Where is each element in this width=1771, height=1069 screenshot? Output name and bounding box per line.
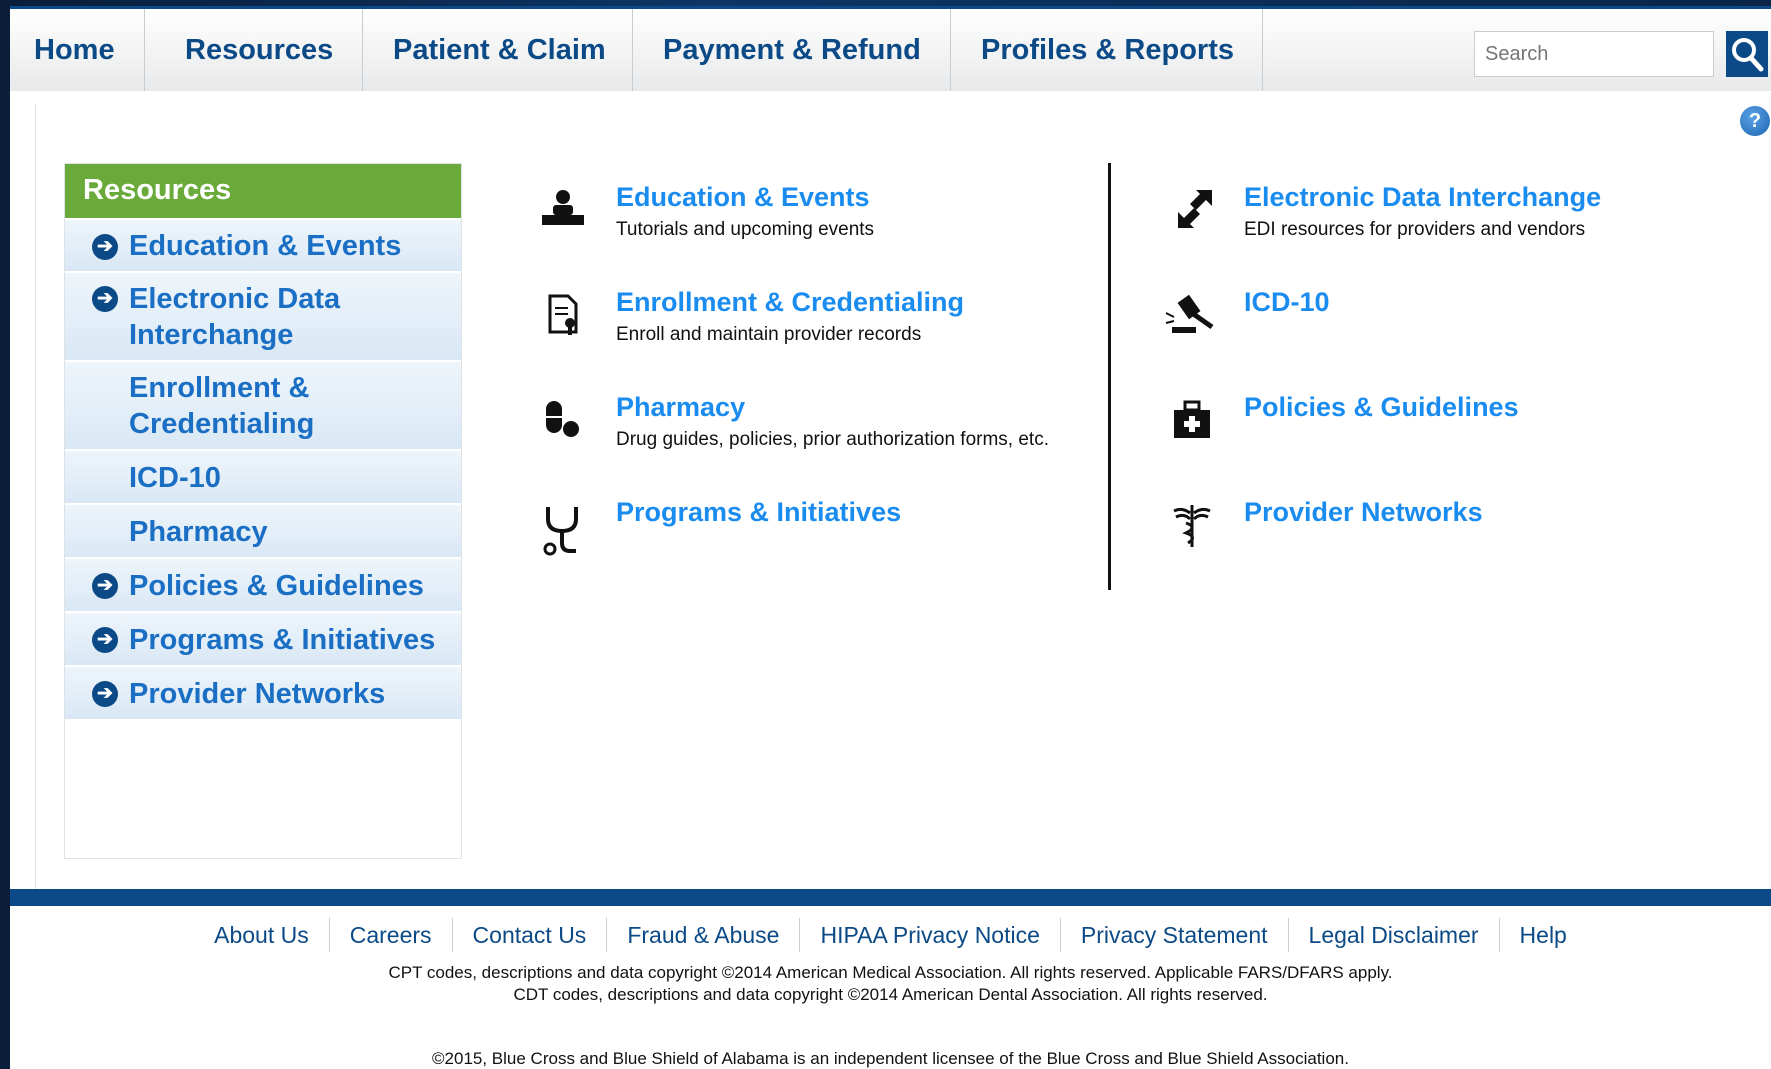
resource-title[interactable]: ICD-10 bbox=[1244, 287, 1330, 318]
footer-links: About Us Careers Contact Us Fraud & Abuse HI… bbox=[10, 918, 1771, 952]
resource-provider-networks[interactable]: Provider Networks bbox=[1168, 497, 1708, 567]
footer-link-help[interactable]: Help bbox=[1498, 918, 1587, 952]
resource-education-events[interactable]: Education & Events Tutorials and upcomin… bbox=[540, 182, 1080, 252]
sidebar-item-programs-initiatives[interactable]: ➔ Programs & Initiatives bbox=[65, 611, 461, 665]
sidebar-item-education-events[interactable]: ➔ Education & Events bbox=[65, 218, 461, 271]
arrow-right-icon: ➔ bbox=[92, 627, 118, 653]
footer-link-legal-disclaimer[interactable]: Legal Disclaimer bbox=[1287, 918, 1499, 952]
site-copyright: ©2015, Blue Cross and Blue Shield of Ala… bbox=[432, 1049, 1349, 1068]
sidebar-item-label: Education & Events bbox=[129, 230, 402, 262]
search-icon bbox=[1732, 38, 1764, 72]
caduceus-icon bbox=[1173, 505, 1211, 547]
sidebar-item-label: Provider Networks bbox=[129, 678, 386, 710]
footer-link-careers[interactable]: Careers bbox=[328, 918, 452, 952]
nav-profiles-reports[interactable]: Profiles & Reports bbox=[951, 9, 1263, 91]
stethoscope-icon bbox=[543, 507, 578, 556]
teacher-icon bbox=[542, 190, 584, 225]
footer-link-privacy-statement[interactable]: Privacy Statement bbox=[1059, 918, 1288, 952]
resource-title[interactable]: Policies & Guidelines bbox=[1244, 392, 1519, 423]
pills-icon bbox=[546, 401, 579, 437]
gavel-icon bbox=[1165, 294, 1214, 333]
search-button[interactable] bbox=[1726, 31, 1768, 77]
footer-link-about-us[interactable]: About Us bbox=[194, 918, 329, 952]
resource-description: Enroll and maintain provider records bbox=[616, 324, 922, 345]
resource-policies-guidelines[interactable]: Policies & Guidelines bbox=[1168, 392, 1708, 462]
medical-kit-icon bbox=[1174, 400, 1210, 438]
resource-programs-initiatives[interactable]: Programs & Initiatives bbox=[540, 497, 1080, 567]
footer-link-fraud-abuse[interactable]: Fraud & Abuse bbox=[606, 918, 799, 952]
sidebar-item-enrollment-credentialing[interactable]: Enrollment & Credentialing bbox=[65, 360, 461, 449]
resource-enrollment-credentialing[interactable]: Enrollment & Credentialing Enroll and ma… bbox=[540, 287, 1080, 357]
resource-description: Drug guides, policies, prior authorizati… bbox=[616, 429, 1049, 450]
arrow-right-icon: ➔ bbox=[92, 234, 118, 260]
resource-icd-10[interactable]: ICD-10 bbox=[1165, 287, 1708, 357]
resource-description: EDI resources for providers and vendors bbox=[1244, 219, 1586, 240]
arrow-right-icon: ➔ bbox=[92, 573, 118, 599]
search-input[interactable] bbox=[1474, 31, 1714, 77]
resources-sidebar: Resources ➔ Education & Events ➔ Electro… bbox=[64, 163, 462, 859]
resource-electronic-data-interchange[interactable]: Electronic Data Interchange EDI resource… bbox=[1168, 182, 1728, 252]
resource-title[interactable]: Pharmacy bbox=[616, 392, 745, 423]
footer-link-hipaa-privacy-notice[interactable]: HIPAA Privacy Notice bbox=[799, 918, 1059, 952]
arrow-right-icon: ➔ bbox=[92, 681, 118, 707]
certificate-icon bbox=[548, 294, 578, 335]
page-frame: Home Resources Patient & Claim Payment &… bbox=[10, 6, 1771, 1069]
sidebar-item-label: Policies & Guidelines bbox=[129, 570, 424, 602]
help-icon[interactable]: ? bbox=[1740, 106, 1770, 136]
resource-pharmacy[interactable]: Pharmacy Drug guides, policies, prior au… bbox=[540, 392, 1100, 462]
sidebar-item-label: Electronic Data Interchange bbox=[129, 283, 341, 351]
nav-patient-claim[interactable]: Patient & Claim bbox=[363, 9, 633, 91]
resource-title[interactable]: Provider Networks bbox=[1244, 497, 1483, 528]
top-navigation: Home Resources Patient & Claim Payment &… bbox=[10, 6, 1771, 91]
resource-title[interactable]: Electronic Data Interchange bbox=[1244, 182, 1601, 213]
sidebar-item-label: ICD-10 bbox=[129, 462, 221, 494]
nav-home[interactable]: Home bbox=[10, 9, 145, 91]
resource-title[interactable]: Education & Events bbox=[616, 182, 870, 213]
sidebar-item-pharmacy[interactable]: Pharmacy bbox=[65, 503, 461, 557]
footer-bar bbox=[10, 889, 1771, 906]
arrow-right-icon: ➔ bbox=[92, 286, 118, 312]
sidebar-item-label: Pharmacy bbox=[129, 516, 268, 548]
sidebar-item-provider-networks[interactable]: ➔ Provider Networks bbox=[65, 665, 461, 719]
sidebar-item-label: Enrollment & Credentialing bbox=[129, 372, 315, 440]
sidebar-item-electronic-data-interchange[interactable]: ➔ Electronic Data Interchange bbox=[65, 271, 461, 360]
sidebar-item-policies-guidelines[interactable]: ➔ Policies & Guidelines bbox=[65, 557, 461, 611]
sidebar-title: Resources bbox=[65, 164, 461, 218]
cpt-copyright-notice: CPT codes, descriptions and data copyrig… bbox=[388, 963, 1393, 982]
sidebar-item-icd-10[interactable]: ICD-10 bbox=[65, 449, 461, 503]
sidebar-item-label: Programs & Initiatives bbox=[129, 624, 436, 656]
resource-description: Tutorials and upcoming events bbox=[616, 219, 875, 240]
exchange-arrows-icon bbox=[1178, 190, 1212, 228]
resource-title[interactable]: Enrollment & Credentialing bbox=[616, 287, 964, 318]
nav-resources[interactable]: Resources bbox=[145, 9, 363, 91]
column-divider bbox=[1108, 163, 1111, 590]
footer-link-contact-us[interactable]: Contact Us bbox=[451, 918, 607, 952]
content-border bbox=[35, 104, 36, 894]
nav-payment-refund[interactable]: Payment & Refund bbox=[633, 9, 951, 91]
resource-title[interactable]: Programs & Initiatives bbox=[616, 497, 901, 528]
cdt-copyright-notice: CDT codes, descriptions and data copyrig… bbox=[513, 985, 1268, 1004]
